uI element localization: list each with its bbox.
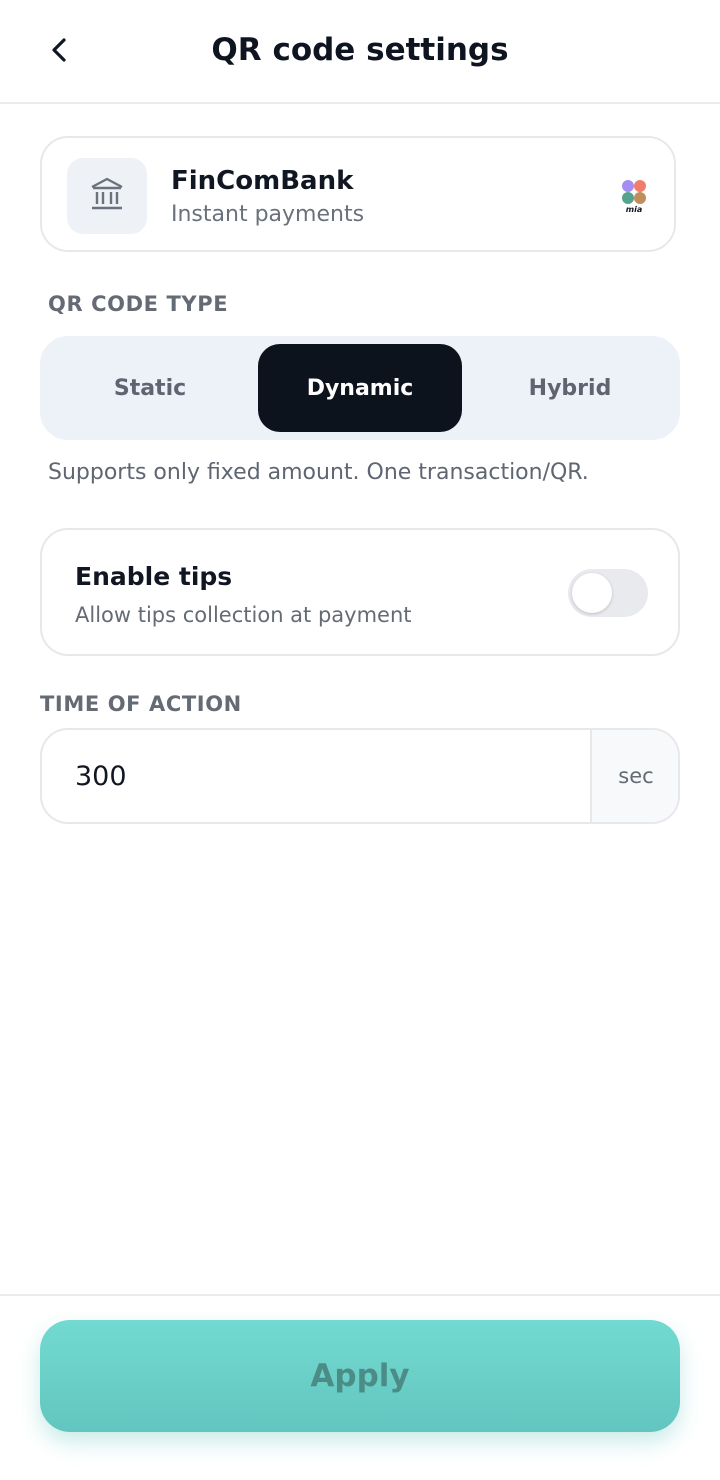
tips-subtitle: Allow tips collection at payment xyxy=(75,603,412,627)
tips-toggle[interactable] xyxy=(568,569,648,617)
segment-dynamic[interactable]: Dynamic xyxy=(258,344,462,432)
mia-logo: mia xyxy=(618,178,652,214)
bank-name: FinComBank xyxy=(171,166,354,196)
back-button[interactable] xyxy=(36,28,84,76)
tips-title: Enable tips xyxy=(75,562,233,591)
time-of-action-label: TIME OF ACTION xyxy=(40,692,242,716)
segment-static[interactable]: Static xyxy=(48,344,252,432)
segment-hybrid[interactable]: Hybrid xyxy=(468,344,672,432)
qr-type-segmented-control: Static Dynamic Hybrid xyxy=(40,336,680,440)
bank-building-icon xyxy=(88,175,126,217)
qr-type-label: QR CODE TYPE xyxy=(48,292,229,316)
qr-settings-screen: QR code settings FinComBank Instant paym… xyxy=(0,0,720,1480)
chevron-left-icon xyxy=(46,36,74,68)
time-of-action-field: sec xyxy=(40,728,680,824)
qr-type-helper-text: Supports only fixed amount. One transact… xyxy=(48,460,589,485)
bank-subtitle: Instant payments xyxy=(171,202,365,227)
toggle-knob xyxy=(572,573,612,613)
time-of-action-input[interactable] xyxy=(42,730,590,822)
apply-button[interactable]: Apply xyxy=(40,1320,680,1432)
time-unit-suffix: sec xyxy=(590,730,678,822)
svg-text:mia: mia xyxy=(626,205,642,214)
page-title: QR code settings xyxy=(211,32,509,68)
header: QR code settings xyxy=(0,0,720,104)
bank-icon-container xyxy=(67,158,147,234)
tips-card: Enable tips Allow tips collection at pay… xyxy=(40,528,680,656)
bank-card: FinComBank Instant payments mia xyxy=(40,136,676,252)
